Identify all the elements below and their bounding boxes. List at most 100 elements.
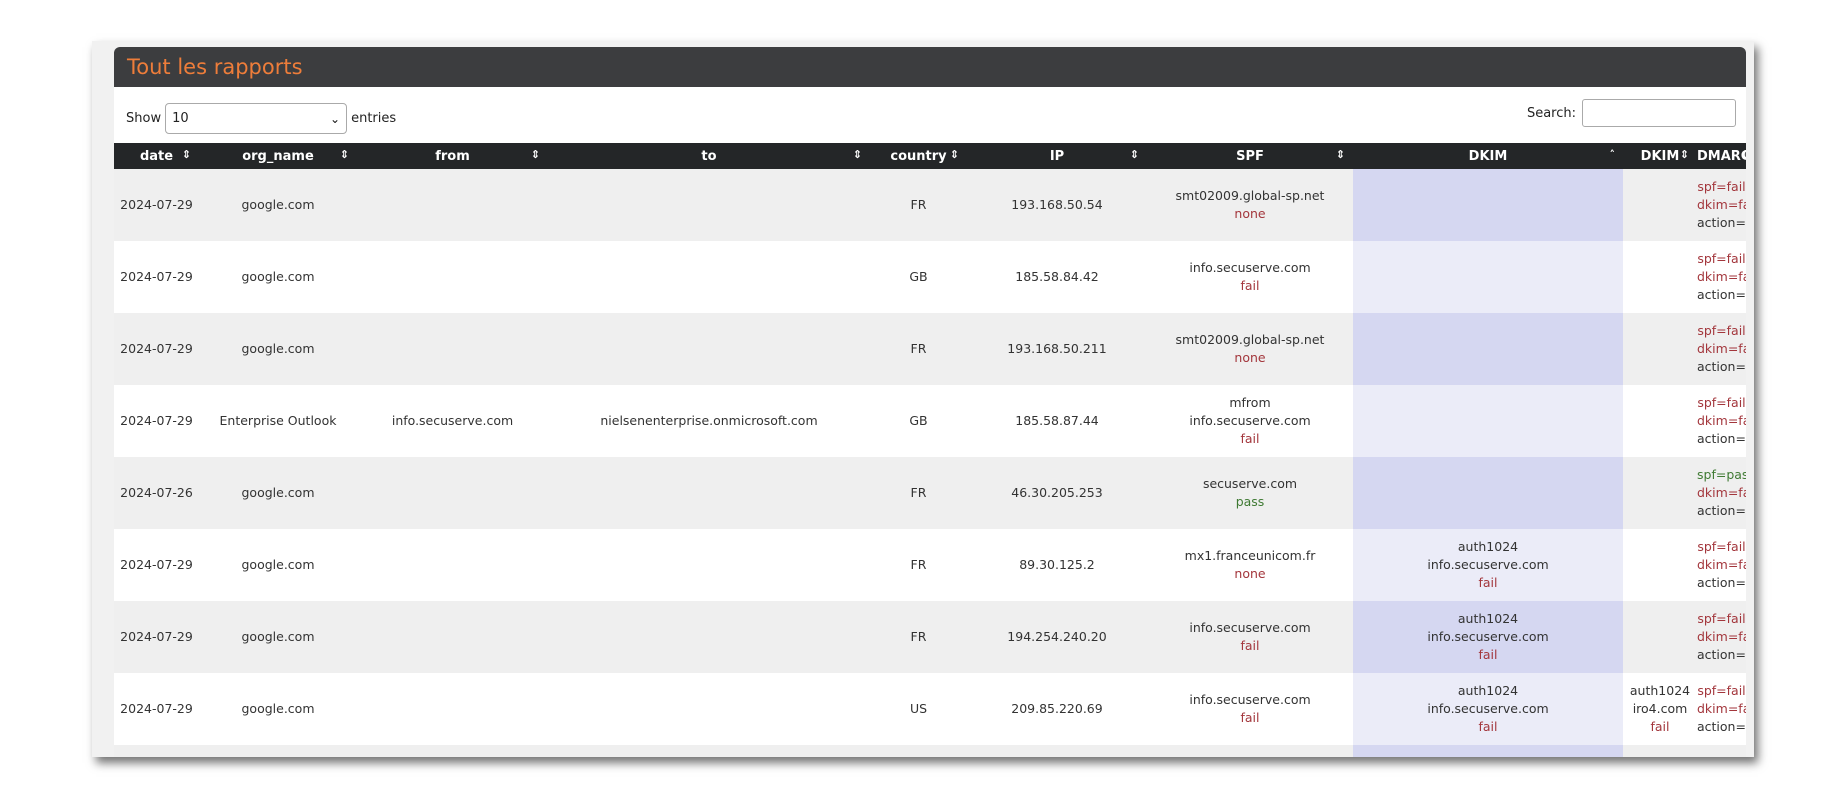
table-row: 2024-07-29 google.com GB 185.58.84.42 info.s… bbox=[114, 241, 1746, 313]
table-row: 2024-07-29 Enterprise Outlook info.secuser… bbox=[114, 385, 1746, 457]
cell-dkim bbox=[1353, 385, 1623, 457]
cell-org-name: google.com bbox=[199, 529, 357, 601]
cell-date: 2024-07-29 bbox=[114, 601, 199, 673]
cell-spf: info.secuserve.com fail bbox=[1147, 241, 1353, 313]
cell-spf: smt02009.global-sp.net none bbox=[1147, 169, 1353, 241]
cell-dmarc: spf=faildkim=failaction=reject bbox=[1697, 241, 1746, 313]
col-header-dkim[interactable]: DKIM ˄ bbox=[1353, 143, 1623, 169]
col-header-country[interactable]: country ⇕ bbox=[870, 143, 967, 169]
length-control: Show 10 ⌄ entries bbox=[126, 103, 396, 134]
table-row: 2024-07-29 google.com FR 193.168.50.54 smt02… bbox=[114, 169, 1746, 241]
length-value: 10 bbox=[172, 111, 189, 126]
cell-from bbox=[357, 529, 548, 601]
entries-length-select[interactable]: 10 ⌄ bbox=[165, 103, 348, 134]
cell-dkim bbox=[1353, 457, 1623, 529]
cell-ip: 194.254.240.20 bbox=[967, 601, 1147, 673]
cell-country: FR bbox=[870, 169, 967, 241]
col-header-ip[interactable]: IP ⇕ bbox=[967, 143, 1147, 169]
cell-to bbox=[548, 529, 870, 601]
search-label: Search: bbox=[1526, 105, 1576, 121]
col-header-dkim-2[interactable]: DKIM ⇕ bbox=[1623, 143, 1697, 169]
sort-both-icon: ⇕ bbox=[1129, 148, 1139, 161]
cell-from bbox=[357, 313, 548, 385]
sort-both-icon: ⇕ bbox=[852, 148, 862, 161]
table-row-partial bbox=[114, 745, 1746, 757]
cell-org-name: google.com bbox=[199, 457, 357, 529]
cell-dmarc: spf=faildkim=failaction=reject bbox=[1697, 385, 1746, 457]
cell-from bbox=[357, 601, 548, 673]
show-label: Show bbox=[126, 111, 162, 126]
cell-date: 2024-07-29 bbox=[114, 313, 199, 385]
cell-dkim-2 bbox=[1623, 241, 1697, 313]
sort-both-icon: ⇕ bbox=[181, 148, 191, 161]
sort-both-icon: ⇕ bbox=[1679, 148, 1689, 161]
cell-ip: 209.85.220.69 bbox=[967, 673, 1147, 745]
cell-dmarc: spf=faildkim=failaction=reject bbox=[1697, 529, 1746, 601]
cell-ip: 46.30.205.253 bbox=[967, 457, 1147, 529]
col-header-from[interactable]: from ⇕ bbox=[357, 143, 548, 169]
cell-dmarc: spf=faildkim=failaction=reject bbox=[1697, 313, 1746, 385]
cell-country: FR bbox=[870, 457, 967, 529]
cell-from bbox=[357, 241, 548, 313]
col-header-dmarc[interactable]: DMARC ⇕ bbox=[1697, 143, 1746, 169]
table-row: 2024-07-26 google.com FR 46.30.205.253 secus… bbox=[114, 457, 1746, 529]
cell-country: GB bbox=[870, 385, 967, 457]
cell-dkim bbox=[1353, 169, 1623, 241]
cell-ip: 185.58.84.42 bbox=[967, 241, 1147, 313]
cell-dkim bbox=[1353, 313, 1623, 385]
cell-ip: 185.58.87.44 bbox=[967, 385, 1147, 457]
cell-to bbox=[548, 601, 870, 673]
cell-to bbox=[548, 241, 870, 313]
cell-from: info.secuserve.com bbox=[357, 385, 548, 457]
cell-dkim-2: auth1024 iro4.com fail bbox=[1623, 673, 1697, 745]
panel-header: Tout les rapports bbox=[114, 47, 1746, 87]
cell-dkim: auth1024 info.secuserve.com fail bbox=[1353, 601, 1623, 673]
cell-from bbox=[357, 169, 548, 241]
cell-dmarc: spf=passdkim=failaction=none bbox=[1697, 457, 1746, 529]
col-header-date[interactable]: date ⇕ bbox=[114, 143, 199, 169]
cell-from bbox=[357, 457, 548, 529]
cell-to: nielsenenterprise.onmicrosoft.com bbox=[548, 385, 870, 457]
table-row: 2024-07-29 google.com FR 194.254.240.20 info… bbox=[114, 601, 1746, 673]
cell-org-name: google.com bbox=[199, 313, 357, 385]
cell-date: 2024-07-29 bbox=[114, 385, 199, 457]
chevron-down-icon: ⌄ bbox=[330, 111, 341, 126]
cell-country: FR bbox=[870, 601, 967, 673]
cell-dkim bbox=[1353, 241, 1623, 313]
cell-dkim-2 bbox=[1623, 313, 1697, 385]
col-header-to[interactable]: to ⇕ bbox=[548, 143, 870, 169]
cell-org-name: Enterprise Outlook bbox=[199, 385, 357, 457]
cell-date: 2024-07-29 bbox=[114, 241, 199, 313]
cell-dkim: auth1024 info.secuserve.com fail bbox=[1353, 673, 1623, 745]
sort-both-icon: ⇕ bbox=[530, 148, 540, 161]
search-control: Search: bbox=[1527, 99, 1736, 127]
cell-org-name: google.com bbox=[199, 169, 357, 241]
cell-org-name: google.com bbox=[199, 241, 357, 313]
search-input[interactable] bbox=[1582, 99, 1736, 127]
col-header-spf[interactable]: SPF ⇕ bbox=[1147, 143, 1353, 169]
cell-spf: info.secuserve.com fail bbox=[1147, 673, 1353, 745]
cell-from bbox=[357, 673, 548, 745]
sort-both-icon: ⇕ bbox=[1740, 148, 1746, 161]
cell-dkim-2 bbox=[1623, 601, 1697, 673]
table-row: 2024-07-29 google.com FR 193.168.50.211 smt0… bbox=[114, 313, 1746, 385]
cell-date: 2024-07-26 bbox=[114, 457, 199, 529]
col-header-org-name[interactable]: org_name ⇕ bbox=[199, 143, 357, 169]
cell-spf: mx1.franceunicom.fr none bbox=[1147, 529, 1353, 601]
table-body: 2024-07-29 google.com FR 193.168.50.54 smt02… bbox=[114, 169, 1746, 757]
table-controls: Show 10 ⌄ entries Search: bbox=[114, 87, 1746, 143]
cell-spf: smt02009.global-sp.net none bbox=[1147, 313, 1353, 385]
cell-to bbox=[548, 169, 870, 241]
cell-country: GB bbox=[870, 241, 967, 313]
table-row: 2024-07-29 google.com FR 89.30.125.2 mx1.fra… bbox=[114, 529, 1746, 601]
cell-dkim-2 bbox=[1623, 529, 1697, 601]
cell-dmarc: spf=faildkim=failaction=reject bbox=[1697, 169, 1746, 241]
cell-dmarc: spf=faildkim=failaction=none bbox=[1697, 673, 1746, 745]
cell-date: 2024-07-29 bbox=[114, 169, 199, 241]
cell-dkim-2 bbox=[1623, 169, 1697, 241]
table-header-row: date ⇕ org_name ⇕ from ⇕ to ⇕ country ⇕ IP ⇕ S… bbox=[114, 143, 1746, 169]
sort-both-icon: ⇕ bbox=[949, 148, 959, 161]
cell-country: FR bbox=[870, 313, 967, 385]
table-row: 2024-07-29 google.com US 209.85.220.69 info.… bbox=[114, 673, 1746, 745]
cell-dkim: auth1024 info.secuserve.com fail bbox=[1353, 529, 1623, 601]
